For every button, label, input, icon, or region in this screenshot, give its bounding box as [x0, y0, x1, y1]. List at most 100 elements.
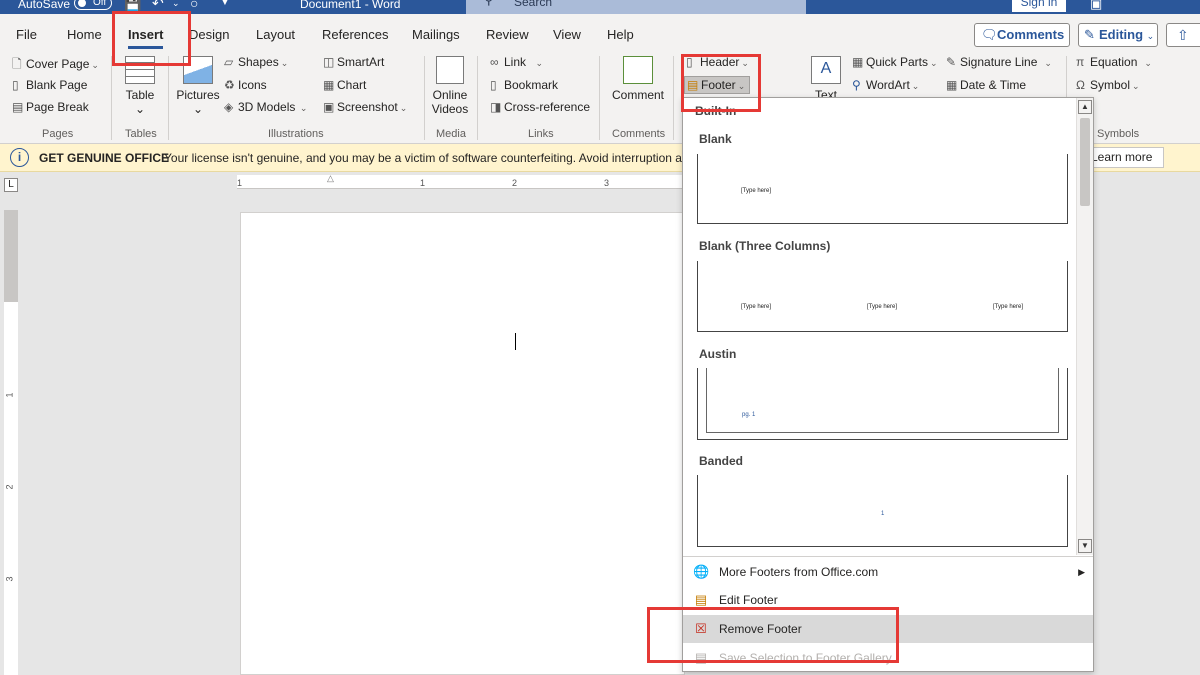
chevron-down-icon: ⌄ — [1139, 58, 1152, 68]
smartart-button[interactable]: ◫ SmartArt — [323, 55, 384, 69]
bookmark-button[interactable]: ▯ Bookmark — [490, 78, 558, 92]
document-page[interactable] — [240, 212, 685, 675]
comments-button[interactable]: 🗨 Comments — [974, 23, 1070, 47]
group-separator — [673, 56, 674, 140]
icons-label: Icons — [238, 78, 267, 92]
placeholder-text: 1 — [881, 511, 885, 517]
horizontal-ruler[interactable]: 1 1 2 3 △ — [237, 173, 707, 189]
ribbon-display-options-icon[interactable]: ▣ — [1090, 0, 1102, 12]
text-box-button[interactable]: A Text — [806, 56, 846, 102]
signature-line-icon: ✎ — [946, 55, 957, 69]
bookmark-icon: ▯ — [490, 78, 497, 92]
pencil-icon: ✎ — [1084, 27, 1095, 42]
group-separator — [111, 56, 112, 140]
customize-qat-icon[interactable]: ▼ — [220, 0, 230, 8]
message-title: GET GENUINE OFFICE — [39, 151, 170, 165]
cross-reference-button[interactable]: ◨ Cross-reference — [490, 100, 590, 114]
shapes-button[interactable]: ▱ Shapes ⌄ — [224, 55, 288, 69]
share-button[interactable]: ⇧ — [1166, 23, 1200, 47]
tab-help[interactable]: Help — [607, 27, 634, 42]
gallery-scrollbar[interactable]: ▲ ▼ — [1076, 98, 1093, 555]
more-footers-menu-item[interactable]: 🌐 More Footers from Office.com ▶ — [683, 558, 1093, 586]
callout-remove-footer — [647, 607, 899, 663]
info-icon: i — [10, 148, 29, 167]
chart-label: Chart — [337, 78, 367, 92]
vertical-ruler[interactable]: 1 2 3 — [4, 210, 18, 675]
link-button[interactable]: ∞ Link ⌄ — [490, 55, 543, 69]
online-videos-label-1: Online — [432, 88, 468, 102]
group-label-media: Media — [436, 128, 466, 140]
redo-icon[interactable]: ○ — [190, 0, 198, 11]
wordart-icon: ⚲ — [852, 78, 861, 92]
gallery-item-title: Blank — [699, 132, 732, 146]
tab-mailings[interactable]: Mailings — [412, 27, 460, 42]
search-placeholder: Search — [514, 0, 553, 9]
gallery-item-title: Banded — [699, 454, 744, 468]
link-icon: ∞ — [490, 55, 499, 69]
indent-marker[interactable]: △ — [327, 173, 334, 184]
pictures-label: Pictures — [176, 88, 220, 102]
group-label-tables: Tables — [125, 128, 157, 140]
scroll-thumb[interactable] — [1080, 118, 1090, 206]
blank-page-icon: ▯ — [12, 78, 19, 92]
page-break-button[interactable]: ▤ Page Break — [12, 100, 89, 114]
quick-parts-label: Quick Parts — [866, 55, 929, 69]
autosave-toggle[interactable]: Off — [74, 0, 112, 10]
tab-selector[interactable]: L — [4, 178, 18, 192]
symbol-button[interactable]: Ω Symbol ⌄ — [1076, 78, 1140, 92]
quick-parts-button[interactable]: ▦ Quick Parts ⌄ — [852, 55, 938, 69]
footer-option-banded[interactable]: 1 — [697, 475, 1068, 547]
document-title: Document1 - Word — [300, 0, 401, 11]
chevron-down-icon: ⌄ — [1132, 81, 1140, 91]
new-comment-button[interactable]: Comment — [608, 56, 668, 102]
placeholder-text: [Type here] — [993, 304, 1024, 310]
footer-option-blank[interactable]: [Type here] — [697, 154, 1068, 224]
equation-button[interactable]: π Equation ⌄ — [1076, 55, 1152, 69]
tab-view[interactable]: View — [553, 27, 581, 42]
chevron-down-icon: ⌄ — [91, 60, 99, 70]
scroll-up-icon[interactable]: ▲ — [1078, 100, 1092, 114]
blank-page-label: Blank Page — [26, 78, 88, 92]
chevron-down-icon: ⌄ — [192, 102, 204, 116]
chart-button[interactable]: ▦ Chart — [323, 78, 366, 92]
tab-design[interactable]: Design — [189, 27, 229, 42]
date-time-button[interactable]: ▦ Date & Time — [946, 78, 1026, 92]
bar-chart-icon: ▦ — [323, 78, 335, 92]
screenshot-button[interactable]: ▣ Screenshot ⌄ — [323, 100, 407, 114]
menu-divider — [683, 556, 1093, 557]
sign-in-button[interactable]: Sign in — [1012, 0, 1066, 12]
wordart-button[interactable]: ⚲ WordArt ⌄ — [852, 78, 919, 92]
online-videos-button[interactable]: Online Videos — [428, 56, 472, 116]
page-break-label: Page Break — [26, 100, 89, 114]
tab-references[interactable]: References — [322, 27, 388, 42]
learn-more-button[interactable]: Learn more — [1082, 147, 1164, 168]
gallery-item-title: Austin — [699, 347, 737, 361]
chevron-down-icon: ⌄ — [911, 81, 920, 91]
message-text: Your license isn't genuine, and you may … — [164, 151, 689, 165]
placeholder-text: [Type here] — [741, 304, 772, 310]
tab-layout[interactable]: Layout — [256, 27, 295, 42]
group-label-pages: Pages — [42, 128, 74, 140]
icons-button[interactable]: ♻ Icons — [224, 78, 267, 92]
ruler-tick: 3 — [604, 178, 610, 188]
3d-models-button[interactable]: ◈ 3D Models ⌄ — [224, 100, 307, 114]
edit-footer-icon: ▤ — [694, 592, 708, 607]
cross-reference-label: Cross-reference — [504, 100, 591, 114]
signature-line-button[interactable]: ✎ Signature Line ⌄ — [946, 55, 1052, 69]
group-separator — [424, 56, 425, 140]
search-box[interactable]: ⚲ Search — [466, 0, 806, 14]
wordart-label: WordArt — [866, 78, 910, 92]
submenu-arrow-icon: ▶ — [1078, 567, 1085, 577]
equation-label: Equation — [1090, 55, 1138, 69]
tab-home[interactable]: Home — [67, 27, 102, 42]
cover-page-button[interactable]: 🗋 Cover Page ⌄ — [12, 55, 99, 76]
blank-page-button[interactable]: ▯ Blank Page — [12, 78, 87, 92]
footer-option-blank-three-columns[interactable]: [Type here] [Type here] [Type here] — [697, 261, 1068, 332]
footer-option-austin[interactable]: pg. 1 — [697, 368, 1068, 440]
tab-review[interactable]: Review — [486, 27, 529, 42]
tab-file[interactable]: File — [16, 27, 37, 42]
group-label-comments: Comments — [612, 128, 666, 140]
editing-mode-button[interactable]: ✎ Editing ⌄ — [1078, 23, 1158, 47]
undo-dropdown-icon[interactable]: ⌄ — [172, 0, 180, 9]
scroll-down-icon[interactable]: ▼ — [1078, 539, 1092, 553]
